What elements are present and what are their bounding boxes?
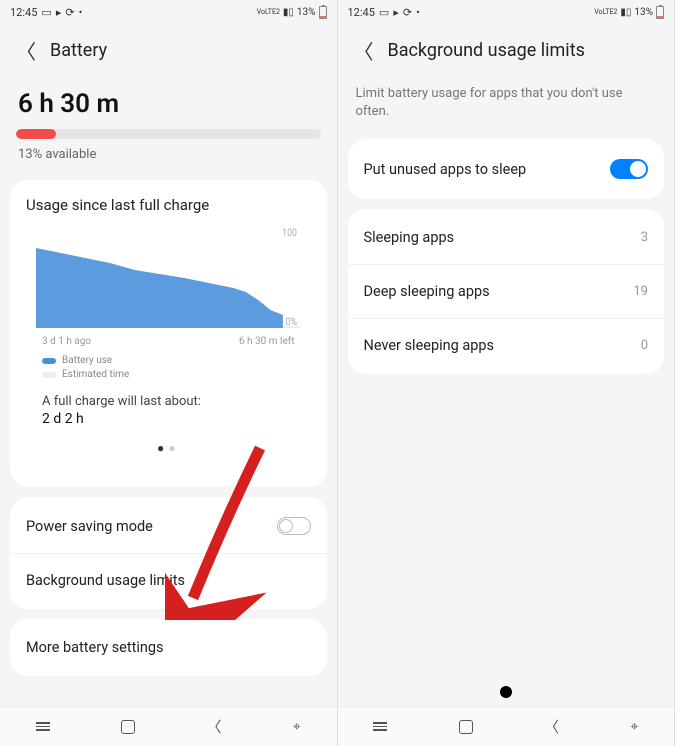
power-saving-label: Power saving mode (26, 518, 153, 535)
battery-pct: 13% (297, 7, 316, 18)
status-time: 12:45 (348, 6, 375, 19)
sync-icon: ⟳ (403, 6, 412, 19)
more-icon: • (79, 6, 83, 19)
put-sleep-label: Put unused apps to sleep (364, 161, 527, 178)
deep-sleeping-count: 19 (633, 284, 648, 299)
network-icon: VoLTE2 (257, 8, 280, 16)
network-icon: VoLTE2 (594, 8, 617, 16)
youtube-icon: ▸ (393, 6, 399, 19)
back-icon[interactable]: 〈 (354, 36, 374, 65)
sync-icon: ⟳ (65, 6, 74, 19)
nav-bar: 〈 ⌖ (0, 706, 337, 746)
never-sleeping-label: Never sleeping apps (364, 337, 495, 354)
power-saving-row[interactable]: Power saving mode (10, 497, 327, 553)
put-sleep-row[interactable]: Put unused apps to sleep (348, 139, 665, 199)
battery-icon (656, 6, 664, 19)
status-bar: 12:45 ▭ ▸ ⟳ • VoLTE2 ▮▯ 13% (338, 0, 675, 24)
page-title: Battery (50, 40, 107, 61)
usage-card-title: Usage since last full charge (26, 196, 311, 214)
back-nav-icon[interactable]: 〈 (544, 716, 559, 737)
nav-bar: 〈 ⌖ (338, 706, 675, 746)
usage-chart[interactable]: 100 0% 3 d 1 h ago 6 h 30 m left Battery… (26, 214, 311, 471)
put-sleep-toggle[interactable] (610, 159, 648, 179)
home-icon[interactable] (121, 720, 135, 734)
battery-screen: 12:45 ▭ ▸ ⟳ • VoLTE2 ▮▯ 13% 〈 Battery 6 … (0, 0, 338, 746)
page-title: Background usage limits (388, 40, 585, 61)
status-time: 12:45 (10, 6, 37, 19)
apps-card: Sleeping apps 3 Deep sleeping apps 19 Ne… (348, 209, 665, 374)
gallery-icon: ▭ (41, 6, 51, 19)
recents-icon[interactable] (373, 722, 387, 731)
put-sleep-card: Put unused apps to sleep (348, 139, 665, 199)
svg-text:100: 100 (282, 228, 297, 239)
accessibility-icon[interactable]: ⌖ (293, 719, 301, 735)
sleeping-apps-label: Sleeping apps (364, 229, 455, 246)
sleeping-apps-row[interactable]: Sleeping apps 3 (348, 209, 665, 264)
youtube-icon: ▸ (56, 6, 62, 19)
signal-icon: ▮▯ (620, 7, 631, 18)
full-charge-label: A full charge will last about: (36, 388, 301, 409)
home-icon[interactable] (459, 720, 473, 734)
full-charge-value: 2 d 2 h (36, 409, 301, 437)
status-bar: 12:45 ▭ ▸ ⟳ • VoLTE2 ▮▯ 13% (0, 0, 337, 24)
deep-sleeping-row[interactable]: Deep sleeping apps 19 (348, 264, 665, 318)
header: 〈 Battery (0, 24, 337, 83)
never-sleeping-count: 0 (641, 338, 648, 353)
legend-estimated: Estimated time (62, 369, 129, 380)
screen-description: Limit battery usage for apps that you do… (338, 83, 675, 139)
settings-card-1: Power saving mode Background usage limit… (10, 497, 327, 609)
header: 〈 Background usage limits (338, 24, 675, 83)
battery-pct: 13% (634, 7, 653, 18)
more-settings-label: More battery settings (26, 639, 164, 656)
power-saving-toggle[interactable] (277, 517, 311, 535)
battery-icon (319, 6, 327, 19)
svg-text:0%: 0% (286, 317, 297, 328)
more-settings-row[interactable]: More battery settings (10, 619, 327, 676)
sleeping-apps-count: 3 (641, 230, 648, 245)
settings-card-2: More battery settings (10, 619, 327, 676)
deep-sleeping-label: Deep sleeping apps (364, 283, 490, 300)
bg-limits-label: Background usage limits (26, 572, 185, 589)
battery-progress (16, 129, 321, 139)
bg-limits-row[interactable]: Background usage limits (10, 553, 327, 609)
never-sleeping-row[interactable]: Never sleeping apps 0 (348, 318, 665, 374)
more-icon: • (416, 6, 420, 19)
chart-x-right: 6 h 30 m left (239, 336, 295, 347)
back-icon[interactable]: 〈 (16, 36, 36, 65)
available-text: 13% available (10, 139, 327, 180)
time-remaining: 6 h 30 m (10, 83, 327, 129)
usage-card: Usage since last full charge 100 0% 3 d … (10, 180, 327, 487)
legend-battery-use: Battery use (62, 355, 112, 366)
gallery-icon: ▭ (379, 6, 389, 19)
recents-icon[interactable] (36, 722, 50, 731)
back-nav-icon[interactable]: 〈 (206, 716, 221, 737)
accessibility-icon[interactable]: ⌖ (630, 719, 638, 735)
chart-x-left: 3 d 1 h ago (42, 336, 91, 347)
signal-icon: ▮▯ (283, 7, 294, 18)
bg-limits-screen: 12:45 ▭ ▸ ⟳ • VoLTE2 ▮▯ 13% 〈 Background… (338, 0, 675, 746)
assistant-dot-icon[interactable] (500, 686, 512, 698)
page-dots[interactable]: ●● (36, 437, 301, 467)
